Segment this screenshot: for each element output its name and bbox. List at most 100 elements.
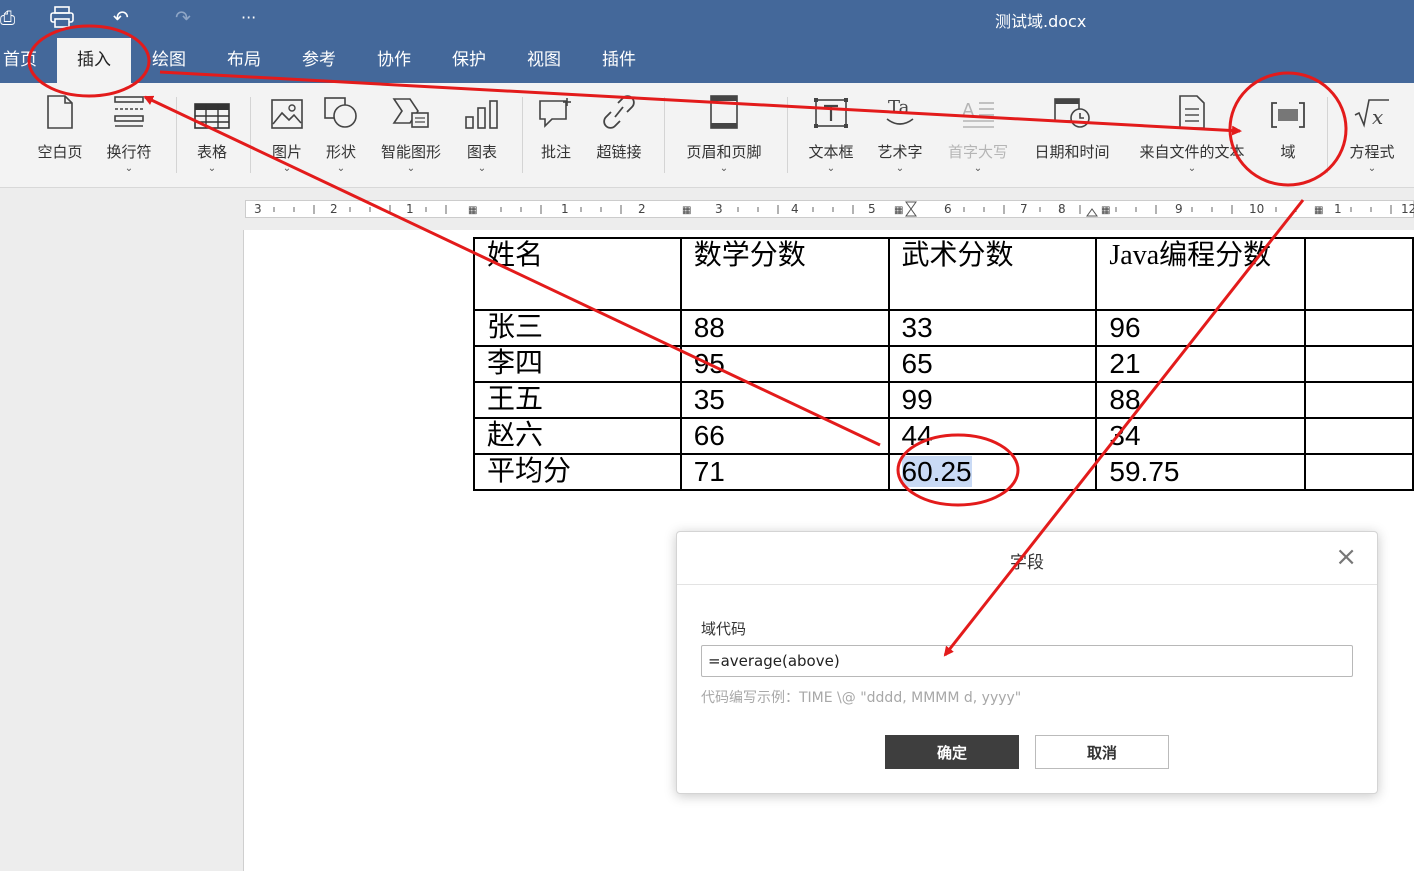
table-cell[interactable]: 李四	[473, 345, 682, 383]
table-cell[interactable]	[1304, 381, 1414, 419]
table-header-cell[interactable]	[1304, 237, 1414, 311]
ruler-number: 5	[868, 202, 876, 216]
table-cell[interactable]	[1304, 309, 1414, 347]
table-cell[interactable]: 88	[679, 309, 890, 347]
chevron-down-icon: ⌄	[406, 163, 416, 174]
table-cell[interactable]: 35	[679, 381, 890, 419]
hyperlink-icon	[601, 95, 637, 133]
comment-button[interactable]: 批注	[533, 95, 579, 162]
table-cell[interactable]: 66	[679, 417, 890, 455]
svg-text:▦: ▦	[468, 205, 477, 216]
ruler-number: 12	[1401, 202, 1414, 216]
table-cell[interactable]: 95	[679, 345, 890, 383]
chevron-down-icon: ⌄	[1187, 163, 1197, 174]
table-header-cell[interactable]: 姓名	[473, 237, 682, 311]
dropcap-button[interactable]: A 首字大写 ⌄	[940, 95, 1016, 174]
datetime-button[interactable]: 日期和时间	[1026, 95, 1118, 162]
svg-text:Ta: Ta	[888, 97, 910, 118]
field-icon	[1270, 101, 1306, 133]
ribbon-insert: 空白页 换行符 ⌄ 表格 ⌄ 图片 ⌄ 形状 ⌄ 智能图形 ⌄ 图表 ⌄ 批注 …	[0, 83, 1414, 188]
chart-icon	[464, 99, 500, 133]
table-cell[interactable]: 赵六	[473, 417, 682, 455]
text-from-file-button[interactable]: 来自文件的文本 ⌄	[1128, 95, 1256, 174]
divider	[176, 97, 177, 173]
chevron-down-icon: ⌄	[336, 163, 346, 174]
table-cell[interactable]: 59.75	[1095, 453, 1307, 491]
table-cell[interactable]: 王五	[473, 381, 682, 419]
tab-insert[interactable]: 插入	[57, 38, 131, 83]
ruler-number: 7	[1020, 202, 1028, 216]
ruler-number: 3	[715, 202, 723, 216]
table-cell[interactable]: 99	[887, 381, 1098, 419]
tab-layout[interactable]: 布局	[221, 38, 267, 83]
tab-plugins[interactable]: 插件	[596, 38, 642, 83]
ruler-number: 3	[254, 202, 262, 216]
tab-references[interactable]: 参考	[296, 38, 342, 83]
ruler-number: 8	[1058, 202, 1066, 216]
table-cell[interactable]: 张三	[473, 309, 682, 347]
more-icon[interactable]: ···	[241, 6, 256, 30]
print-icon[interactable]	[50, 6, 74, 34]
table-row: 张三 88 33 96	[473, 309, 1414, 347]
chevron-down-icon: ⌄	[973, 163, 983, 174]
textbox-button[interactable]: 文本框 ⌄	[801, 95, 861, 174]
table-cell[interactable]	[1304, 345, 1414, 383]
table-header-cell[interactable]: Java编程分数	[1095, 237, 1307, 311]
title-bar: ⎙ ↶ ↷ ··· 测试域.docx	[0, 0, 1414, 38]
hyperlink-button[interactable]: 超链接	[588, 95, 650, 162]
close-icon[interactable]: ×	[1335, 544, 1357, 570]
ruler-number: 9	[1175, 202, 1183, 216]
blank-page-button[interactable]: 空白页	[30, 95, 90, 162]
table-cell[interactable]: 44	[887, 417, 1098, 455]
tab-home[interactable]: 首页	[0, 38, 40, 83]
wordart-button[interactable]: Ta 艺术字 ⌄	[870, 95, 930, 174]
table-cell[interactable]: 71	[679, 453, 890, 491]
wordart-icon: Ta	[883, 95, 917, 133]
table-button[interactable]: 表格 ⌄	[188, 95, 236, 174]
table-header-cell[interactable]: 数学分数	[679, 237, 890, 311]
divider	[250, 97, 251, 173]
header-footer-button[interactable]: 页眉和页脚 ⌄	[676, 95, 772, 174]
field-code-input[interactable]	[701, 645, 1353, 677]
ruler-number: 2	[638, 202, 646, 216]
ok-button[interactable]: 确定	[885, 735, 1019, 769]
divider	[1327, 97, 1328, 173]
horizontal-ruler[interactable]: ▦ ▦ ▦ ▦ ▦ 3 2 1 1 2 3 4 5 6 7 8 9 10 1 12	[245, 200, 1414, 218]
chevron-down-icon: ⌄	[826, 163, 836, 174]
tab-protect[interactable]: 保护	[446, 38, 492, 83]
tab-draw[interactable]: 绘图	[146, 38, 192, 83]
shape-button[interactable]: 形状 ⌄	[318, 95, 364, 174]
table-cell[interactable]: 平均分	[473, 453, 682, 491]
table-cell[interactable]	[1304, 453, 1414, 491]
undo-icon[interactable]: ↶	[113, 6, 129, 30]
chevron-down-icon: ⌄	[719, 163, 729, 174]
smartart-button[interactable]: 智能图形 ⌄	[373, 95, 449, 174]
chevron-down-icon: ⌄	[477, 163, 487, 174]
table-cell[interactable]: 33	[887, 309, 1098, 347]
table-icon	[194, 103, 230, 133]
tab-collaborate[interactable]: 协作	[371, 38, 417, 83]
picture-button[interactable]: 图片 ⌄	[264, 95, 310, 174]
chart-button[interactable]: 图表 ⌄	[459, 95, 505, 174]
table-cell[interactable]: 96	[1095, 309, 1307, 347]
table-cell[interactable]: 34	[1095, 417, 1307, 455]
cancel-button[interactable]: 取消	[1035, 735, 1169, 769]
ruler-number: 2	[330, 202, 338, 216]
tab-view[interactable]: 视图	[521, 38, 567, 83]
redo-icon[interactable]: ↷	[175, 6, 191, 30]
table-cell[interactable]: 88	[1095, 381, 1307, 419]
table-cell[interactable]: 21	[1095, 345, 1307, 383]
table-header-cell[interactable]: 武术分数	[887, 237, 1098, 311]
textbox-icon	[813, 97, 849, 133]
table-cell[interactable]	[1304, 417, 1414, 455]
ruler-number: 1	[406, 202, 414, 216]
equation-button[interactable]: x 方程式 ⌄	[1339, 95, 1405, 174]
field-button[interactable]: 域	[1265, 95, 1311, 162]
selected-field-cell[interactable]: 60.25	[887, 453, 1098, 491]
svg-text:▦: ▦	[682, 205, 691, 216]
score-table[interactable]: 姓名 数学分数 武术分数 Java编程分数 张三 88 33 96 李四 95 …	[473, 237, 1414, 491]
line-break-button[interactable]: 换行符 ⌄	[99, 95, 159, 174]
save-icon[interactable]: ⎙	[0, 6, 15, 30]
field-result[interactable]: 60.25	[901, 456, 972, 487]
table-cell[interactable]: 65	[887, 345, 1098, 383]
